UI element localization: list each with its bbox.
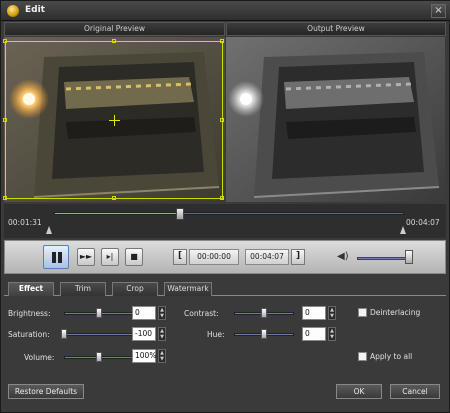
preview-headers: Original Preview Output Preview (4, 22, 446, 36)
pause-button[interactable] (43, 245, 69, 269)
brightness-stepper[interactable]: ▲ ▼ (158, 306, 166, 320)
crop-handle-bottom[interactable] (112, 196, 116, 200)
contrast-label: Contrast: (184, 309, 219, 318)
volume-effect-thumb[interactable] (96, 352, 102, 362)
saturation-stepper[interactable]: ▲ ▼ (158, 327, 166, 341)
window-title: Edit (25, 5, 45, 15)
saturation-input[interactable]: -100 (132, 327, 156, 341)
crop-handle-bottom-right[interactable] (220, 196, 224, 200)
current-time: 00:01:31 (8, 218, 42, 227)
cancel-button[interactable]: Cancel (390, 384, 440, 399)
apply-to-all-label: Apply to all (370, 352, 413, 361)
hue-thumb[interactable] (261, 329, 267, 339)
brightness-thumb[interactable] (96, 308, 102, 318)
volume-thumb[interactable] (404, 250, 413, 264)
volume-stepper[interactable]: ▲ ▼ (158, 349, 166, 363)
timeline: 00:01:31 00:04:07 (4, 204, 446, 238)
saturation-thumb[interactable] (61, 329, 67, 339)
crop-handle-right[interactable] (220, 118, 224, 122)
hue-input[interactable]: 0 (302, 327, 326, 341)
title-bar: Edit × (1, 1, 450, 21)
close-button[interactable]: × (431, 4, 446, 18)
volume-input[interactable]: 100% (132, 349, 156, 363)
speaker-icon: ◀) (337, 251, 349, 262)
next-frame-icon: ▸| (106, 252, 114, 261)
start-time-field[interactable]: 00:00:00 (189, 249, 239, 265)
set-end-button[interactable]: ] (291, 249, 305, 265)
tab-watermark[interactable]: Watermark (164, 282, 212, 296)
brightness-label: Brightness: (8, 309, 51, 318)
saturation-label: Saturation: (8, 330, 50, 339)
crop-handle-top-right[interactable] (220, 39, 224, 43)
output-preview-label: Output Preview (226, 22, 446, 36)
next-frame-button[interactable]: ▸| (101, 248, 119, 266)
original-preview-label: Original Preview (4, 22, 225, 36)
tab-bar: Effect Trim Crop Watermark (4, 282, 446, 296)
stop-button[interactable]: ■ (125, 248, 143, 266)
contrast-stepper[interactable]: ▲ ▼ (328, 306, 336, 320)
fast-forward-button[interactable]: ►► (77, 248, 95, 266)
tab-crop[interactable]: Crop (112, 282, 158, 296)
volume-label: Volume: (24, 353, 55, 362)
timeline-track[interactable] (54, 212, 404, 215)
apply-to-all-checkbox[interactable] (358, 352, 367, 361)
pause-icon-bar (58, 252, 62, 263)
hue-stepper[interactable]: ▲ ▼ (328, 327, 336, 341)
stop-icon: ■ (130, 252, 138, 261)
crop-handle-top[interactable] (112, 39, 116, 43)
crop-handle-bottom-left[interactable] (3, 196, 7, 200)
output-preview (226, 37, 445, 202)
contrast-input[interactable]: 0 (302, 306, 326, 320)
crop-handle-left[interactable] (3, 118, 7, 122)
start-marker-icon[interactable] (46, 226, 52, 234)
playback-controls: ►► ▸| ■ [ 00:00:00 00:04:07 ] ◀) (4, 240, 446, 274)
timeline-fill (55, 213, 181, 214)
contrast-thumb[interactable] (261, 308, 267, 318)
deinterlacing-checkbox[interactable] (358, 308, 367, 317)
hue-label: Hue: (207, 330, 225, 339)
set-start-button[interactable]: [ (173, 249, 187, 265)
crop-handle-top-left[interactable] (3, 39, 7, 43)
restore-defaults-button[interactable]: Restore Defaults (8, 384, 84, 399)
end-time-field[interactable]: 00:04:07 (245, 249, 289, 265)
output-preview-image (226, 37, 445, 202)
total-time: 00:04:07 (406, 218, 440, 227)
timeline-thumb[interactable] (176, 208, 184, 220)
brightness-input[interactable]: 0 (132, 306, 156, 320)
tab-effect[interactable]: Effect (8, 282, 54, 296)
effect-panel: Brightness: 0 ▲ ▼ Contrast: 0 ▲ ▼ Deinterl… (4, 296, 446, 378)
tab-trim[interactable]: Trim (60, 282, 106, 296)
end-marker-icon[interactable] (400, 226, 406, 234)
crosshair-icon-vertical (114, 115, 115, 126)
ok-button[interactable]: OK (336, 384, 382, 399)
deinterlacing-label: Deinterlacing (370, 308, 421, 317)
saturation-slider[interactable] (64, 333, 134, 336)
app-logo-icon (7, 5, 19, 17)
pause-icon (52, 252, 56, 263)
fast-forward-icon: ►► (79, 252, 93, 261)
